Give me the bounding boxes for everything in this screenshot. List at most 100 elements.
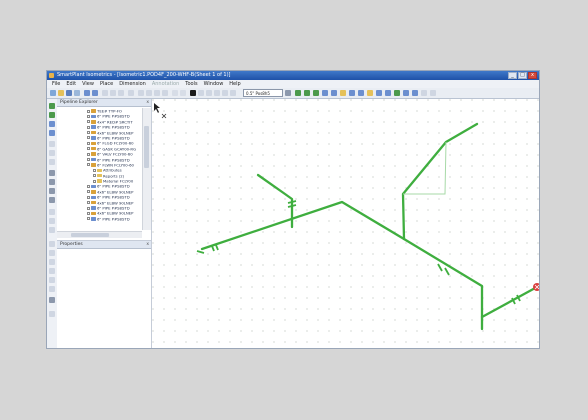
draw-elbow-icon[interactable] (49, 112, 55, 118)
support-tool-icon[interactable] (349, 90, 355, 96)
expand-icon[interactable] (87, 131, 90, 135)
pan-icon[interactable] (146, 90, 152, 96)
menu-window[interactable]: Window (204, 81, 224, 87)
mirror-icon[interactable] (49, 159, 55, 165)
grid-icon[interactable] (206, 90, 212, 96)
layers-icon[interactable] (49, 297, 55, 303)
reducer-tool-icon[interactable] (340, 90, 346, 96)
tree-item[interactable]: 6" PIPE P#S8STD (57, 216, 142, 221)
print-icon[interactable] (74, 90, 80, 96)
tree-vertical-scrollbar[interactable] (142, 108, 151, 230)
menu-dimension[interactable]: Dimension (119, 81, 146, 87)
expand-icon[interactable] (87, 114, 90, 118)
layer-icon[interactable] (230, 90, 236, 96)
expand-icon[interactable] (93, 179, 96, 183)
menu-view[interactable]: View (82, 81, 94, 87)
valve-tool-icon[interactable] (322, 90, 328, 96)
report-icon[interactable] (49, 188, 55, 194)
expand-icon[interactable] (87, 125, 90, 129)
expand-icon[interactable] (87, 158, 90, 162)
pipe-tool-icon[interactable] (295, 90, 301, 96)
expand-icon[interactable] (87, 201, 90, 205)
expand-icon[interactable] (87, 206, 90, 210)
new-icon[interactable] (50, 90, 56, 96)
expand-icon[interactable] (87, 120, 90, 124)
undo-icon[interactable] (84, 90, 90, 96)
save-icon[interactable] (66, 90, 72, 96)
expand-icon[interactable] (87, 184, 90, 188)
redo-icon[interactable] (92, 90, 98, 96)
annotation-tool-icon[interactable] (367, 90, 373, 96)
expand-icon[interactable] (87, 163, 90, 167)
check-tool-icon[interactable] (394, 90, 400, 96)
pan-hand-icon[interactable] (49, 259, 55, 265)
label-tool-icon[interactable] (385, 90, 391, 96)
expand-icon[interactable] (87, 217, 90, 221)
line-icon[interactable] (49, 218, 55, 224)
paste-icon[interactable] (118, 90, 124, 96)
delete-icon[interactable] (128, 90, 134, 96)
fit-view-icon[interactable] (49, 268, 55, 274)
menu-file[interactable]: File (52, 81, 60, 87)
dimension-tool-icon[interactable] (376, 90, 382, 96)
text-icon[interactable] (49, 227, 55, 233)
measure-icon[interactable] (222, 90, 228, 96)
close-button[interactable]: x (528, 72, 537, 79)
zoom-in-icon[interactable] (154, 90, 160, 96)
isometric-drawing[interactable] (152, 99, 539, 348)
move-icon[interactable] (49, 141, 55, 147)
table-icon[interactable] (49, 179, 55, 185)
expand-icon[interactable] (87, 190, 90, 194)
zoom-icon[interactable] (49, 250, 55, 256)
expand-icon[interactable] (87, 109, 90, 113)
menu-annotation[interactable]: Annotation (152, 81, 179, 87)
weld-tool-icon[interactable] (358, 90, 364, 96)
minimize-button[interactable]: _ (508, 72, 517, 79)
menu-place[interactable]: Place (100, 81, 113, 87)
rectangle-icon[interactable] (49, 209, 55, 215)
expand-icon[interactable] (93, 174, 96, 178)
line-style-icon[interactable] (198, 90, 204, 96)
expand-icon[interactable] (87, 211, 90, 215)
export-tool-icon[interactable] (412, 90, 418, 96)
rotate-icon[interactable] (49, 150, 55, 156)
pipe-size-combo[interactable]: 0.5" Pos8h5 (243, 89, 283, 97)
tee-tool-icon[interactable] (313, 90, 319, 96)
isometric-drawing-canvas[interactable] (152, 99, 539, 348)
menu-tools[interactable]: Tools (185, 81, 197, 87)
snap-icon[interactable] (214, 90, 220, 96)
black-fill-icon[interactable] (190, 90, 196, 96)
elbow-tool-icon[interactable] (304, 90, 310, 96)
properties-close-icon[interactable]: x (146, 241, 149, 248)
draw-pipe-icon[interactable] (49, 103, 55, 109)
tree-horizontal-scrollbar[interactable] (57, 231, 142, 238)
refresh-icon[interactable] (180, 90, 186, 96)
open-icon[interactable] (58, 90, 64, 96)
select-icon[interactable] (138, 90, 144, 96)
menu-edit[interactable]: Edit (66, 81, 76, 87)
help-icon[interactable] (430, 90, 436, 96)
insert-flange-icon[interactable] (49, 130, 55, 136)
tree-hscroll-thumb[interactable] (71, 233, 109, 237)
list-icon[interactable] (49, 197, 55, 203)
pointer-icon[interactable] (49, 241, 55, 247)
fit-icon[interactable] (172, 90, 178, 96)
settings-icon[interactable] (421, 90, 427, 96)
expand-icon[interactable] (87, 136, 90, 140)
print-preview-icon[interactable] (49, 311, 55, 317)
bom-tool-icon[interactable] (403, 90, 409, 96)
tree-scroll-thumb[interactable] (144, 126, 149, 168)
expand-icon[interactable] (93, 168, 96, 172)
flange-tool-icon[interactable] (331, 90, 337, 96)
grid-toggle-icon[interactable] (49, 170, 55, 176)
menu-help[interactable]: Help (229, 81, 240, 87)
expand-icon[interactable] (87, 147, 90, 151)
eraser-icon[interactable] (49, 286, 55, 292)
combo-dropdown-icon[interactable] (285, 90, 291, 96)
expand-icon[interactable] (87, 195, 90, 199)
zoom-out-icon[interactable] (162, 90, 168, 96)
insert-valve-icon[interactable] (49, 121, 55, 127)
expand-icon[interactable] (87, 152, 90, 156)
pipeline-explorer-close-icon[interactable]: x (146, 99, 149, 106)
cut-icon[interactable] (102, 90, 108, 96)
